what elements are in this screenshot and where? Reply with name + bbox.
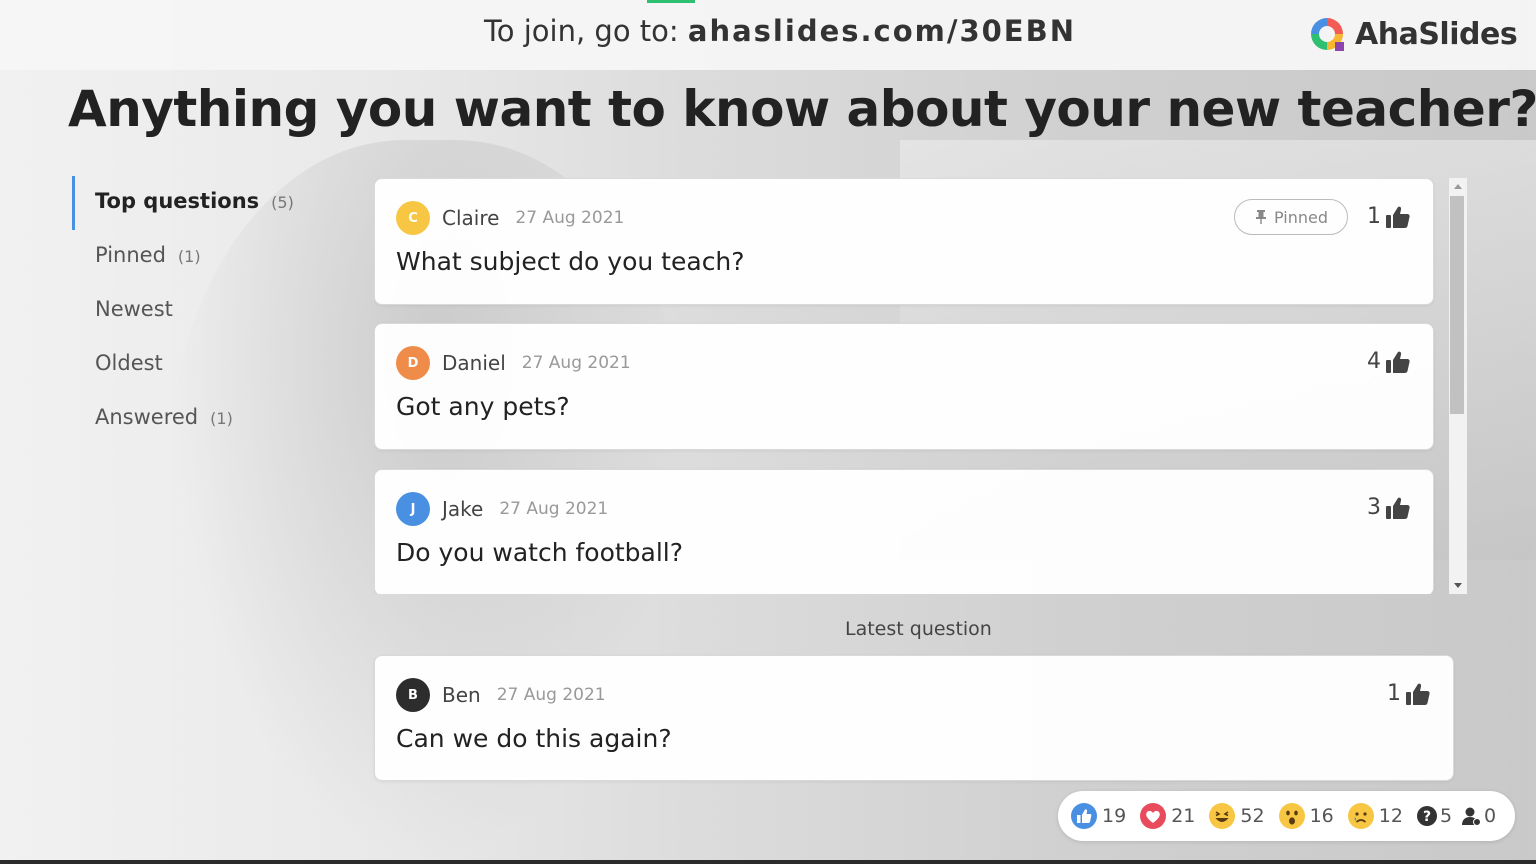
sidebar-item-label: Pinned — [95, 243, 166, 267]
avatar: J — [396, 492, 430, 526]
heart-icon — [1140, 803, 1167, 829]
question-date: 27 Aug 2021 — [515, 208, 625, 228]
scroll-down-arrow-icon[interactable] — [1454, 583, 1462, 588]
reaction-count: 0 — [1484, 805, 1497, 827]
sidebar-item-answered[interactable]: Answered (1) — [72, 392, 332, 446]
reaction-count: 12 — [1378, 805, 1403, 827]
author-name: Daniel — [442, 351, 506, 375]
sidebar-item-label: Newest — [95, 297, 173, 321]
bottom-bar — [0, 860, 1536, 864]
reaction-sad[interactable]: 12 — [1347, 802, 1403, 830]
like-icon — [1071, 803, 1097, 829]
upvote-button[interactable]: 1 — [1387, 681, 1431, 706]
progress-accent — [647, 0, 695, 3]
author-name: Jake — [442, 497, 484, 521]
question-date: 27 Aug 2021 — [521, 353, 631, 373]
sidebar-item-count: (5) — [271, 193, 294, 212]
sidebar-item-count: (1) — [177, 247, 201, 266]
vote-count: 4 — [1367, 349, 1381, 374]
avatar: C — [396, 201, 430, 235]
sidebar-item-label: Answered — [95, 405, 199, 429]
sidebar: Top questions (5) Pinned (1) Newest Olde… — [72, 176, 332, 446]
avatar: D — [396, 346, 430, 380]
reaction-count: 5 — [1439, 805, 1453, 827]
laugh-icon — [1209, 803, 1236, 829]
reaction-count: 21 — [1171, 805, 1196, 827]
pinned-badge[interactable]: Pinned — [1234, 199, 1348, 235]
reaction-heart[interactable]: 21 — [1139, 802, 1195, 830]
audience-counter: 0 — [1460, 805, 1496, 827]
join-url[interactable]: ahaslides.com/30EBN — [688, 14, 1076, 48]
question-text: Can we do this again? — [396, 724, 672, 753]
sidebar-item-newest[interactable]: Newest — [72, 284, 332, 338]
reaction-laugh[interactable]: 52 — [1208, 802, 1265, 830]
sidebar-item-oldest[interactable]: Oldest — [72, 338, 332, 392]
sidebar-item-label: Oldest — [95, 351, 163, 375]
question-card: D Daniel 27 Aug 2021 4 Got any pets? — [374, 323, 1434, 450]
thumbs-up-icon — [1386, 206, 1410, 228]
scroll-up-arrow-icon[interactable] — [1454, 184, 1462, 189]
reaction-like[interactable]: 19 — [1070, 802, 1126, 830]
sidebar-item-pinned[interactable]: Pinned (1) — [72, 230, 332, 284]
vote-count: 1 — [1387, 681, 1401, 706]
sad-icon — [1347, 803, 1374, 829]
avatar: B — [396, 678, 430, 712]
latest-question-label: Latest question — [845, 618, 992, 640]
question-text: Do you watch football? — [396, 538, 684, 567]
join-instructions: To join, go to: ahaslides.com/30EBN — [0, 14, 1536, 48]
question-text: Got any pets? — [396, 392, 570, 421]
scroll-thumb[interactable] — [1450, 196, 1464, 414]
question-list-scrollbar[interactable] — [1449, 178, 1467, 594]
ahaslides-logo: AhaSlides — [1307, 14, 1518, 54]
reaction-wow[interactable]: 16 — [1278, 802, 1334, 830]
question-header: C Claire 27 Aug 2021 — [396, 201, 624, 235]
question-icon: ? — [1416, 806, 1437, 826]
join-prefix: To join, go to: — [483, 14, 688, 48]
ahaslides-logo-icon — [1311, 18, 1344, 51]
reaction-count: 19 — [1102, 805, 1127, 827]
author-name: Ben — [442, 683, 481, 707]
thumbs-up-icon — [1386, 497, 1410, 519]
thumbs-up-icon — [1386, 351, 1410, 373]
questions-counter: ? 5 — [1416, 805, 1452, 827]
reaction-count: 16 — [1309, 805, 1334, 827]
svg-text:?: ? — [1423, 809, 1431, 825]
sidebar-item-label: Top questions — [95, 189, 260, 213]
pinned-label: Pinned — [1273, 207, 1329, 227]
question-list[interactable]: C Claire 27 Aug 2021 Pinned 1 What subje… — [374, 178, 1468, 594]
upvote-button[interactable]: 4 — [1367, 349, 1411, 374]
sidebar-item-count: (1) — [210, 409, 233, 428]
question-header: J Jake 27 Aug 2021 — [396, 492, 608, 526]
vote-count: 3 — [1367, 495, 1381, 520]
question-date: 27 Aug 2021 — [496, 685, 606, 705]
question-card: J Jake 27 Aug 2021 3 Do you watch footba… — [374, 469, 1434, 594]
reactions-bar: 19 21 52 16 12 ? 5 0 — [1058, 791, 1515, 841]
latest-question-card: B Ben 27 Aug 2021 1 Can we do this again… — [374, 655, 1454, 781]
pin-icon — [1255, 210, 1266, 224]
upvote-button[interactable]: 1 — [1367, 204, 1411, 229]
thumbs-up-icon — [1406, 683, 1430, 705]
question-header: B Ben 27 Aug 2021 — [396, 678, 606, 712]
question-text: What subject do you teach? — [396, 247, 745, 276]
question-header: D Daniel 27 Aug 2021 — [396, 346, 631, 380]
upvote-button[interactable]: 3 — [1367, 495, 1411, 520]
page-title: Anything you want to know about your new… — [68, 80, 1536, 138]
sidebar-item-top-questions[interactable]: Top questions (5) — [72, 176, 332, 230]
audience-icon — [1462, 807, 1482, 826]
question-card: C Claire 27 Aug 2021 Pinned 1 What subje… — [374, 178, 1434, 305]
wow-icon — [1278, 803, 1305, 829]
reaction-count: 52 — [1240, 805, 1265, 827]
question-date: 27 Aug 2021 — [499, 499, 609, 519]
logo-text: AhaSlides — [1355, 16, 1518, 52]
author-name: Claire — [442, 206, 500, 230]
vote-count: 1 — [1367, 204, 1381, 229]
